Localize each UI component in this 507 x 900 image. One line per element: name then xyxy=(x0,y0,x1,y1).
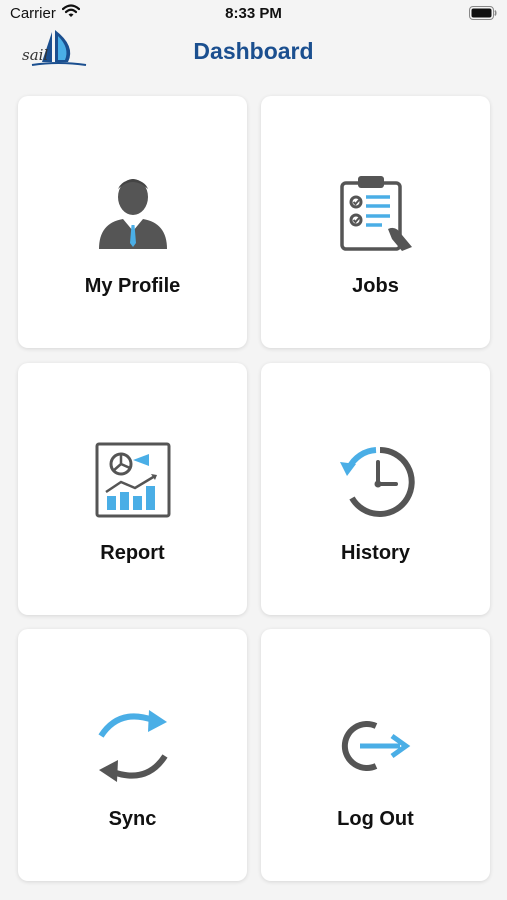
status-bar: Carrier 8:33 PM xyxy=(0,0,507,28)
tile-label: History xyxy=(341,542,410,564)
clipboard-checklist-icon xyxy=(331,168,421,258)
tile-jobs[interactable]: Jobs xyxy=(261,96,490,348)
report-chart-icon xyxy=(88,435,178,525)
battery-icon xyxy=(469,6,497,25)
tile-sync[interactable]: Sync xyxy=(18,629,247,881)
logout-icon xyxy=(331,701,421,791)
tile-label: Report xyxy=(100,542,165,564)
tile-label: Log Out xyxy=(337,808,414,830)
tile-my-profile[interactable]: My Profile xyxy=(18,96,247,348)
history-clock-icon xyxy=(331,435,421,525)
header-bar: sail Dashboard xyxy=(0,28,507,84)
sync-arrows-icon xyxy=(88,701,178,791)
user-profile-icon xyxy=(88,168,178,258)
tile-log-out[interactable]: Log Out xyxy=(261,629,490,881)
status-time: 8:33 PM xyxy=(225,5,282,22)
tile-label: Sync xyxy=(108,808,157,830)
tile-label: Jobs xyxy=(352,275,399,297)
tile-report[interactable]: Report xyxy=(18,363,247,615)
tile-label: My Profile xyxy=(84,275,181,297)
page-title: Dashboard xyxy=(193,38,314,64)
tile-history[interactable]: History xyxy=(261,363,490,615)
